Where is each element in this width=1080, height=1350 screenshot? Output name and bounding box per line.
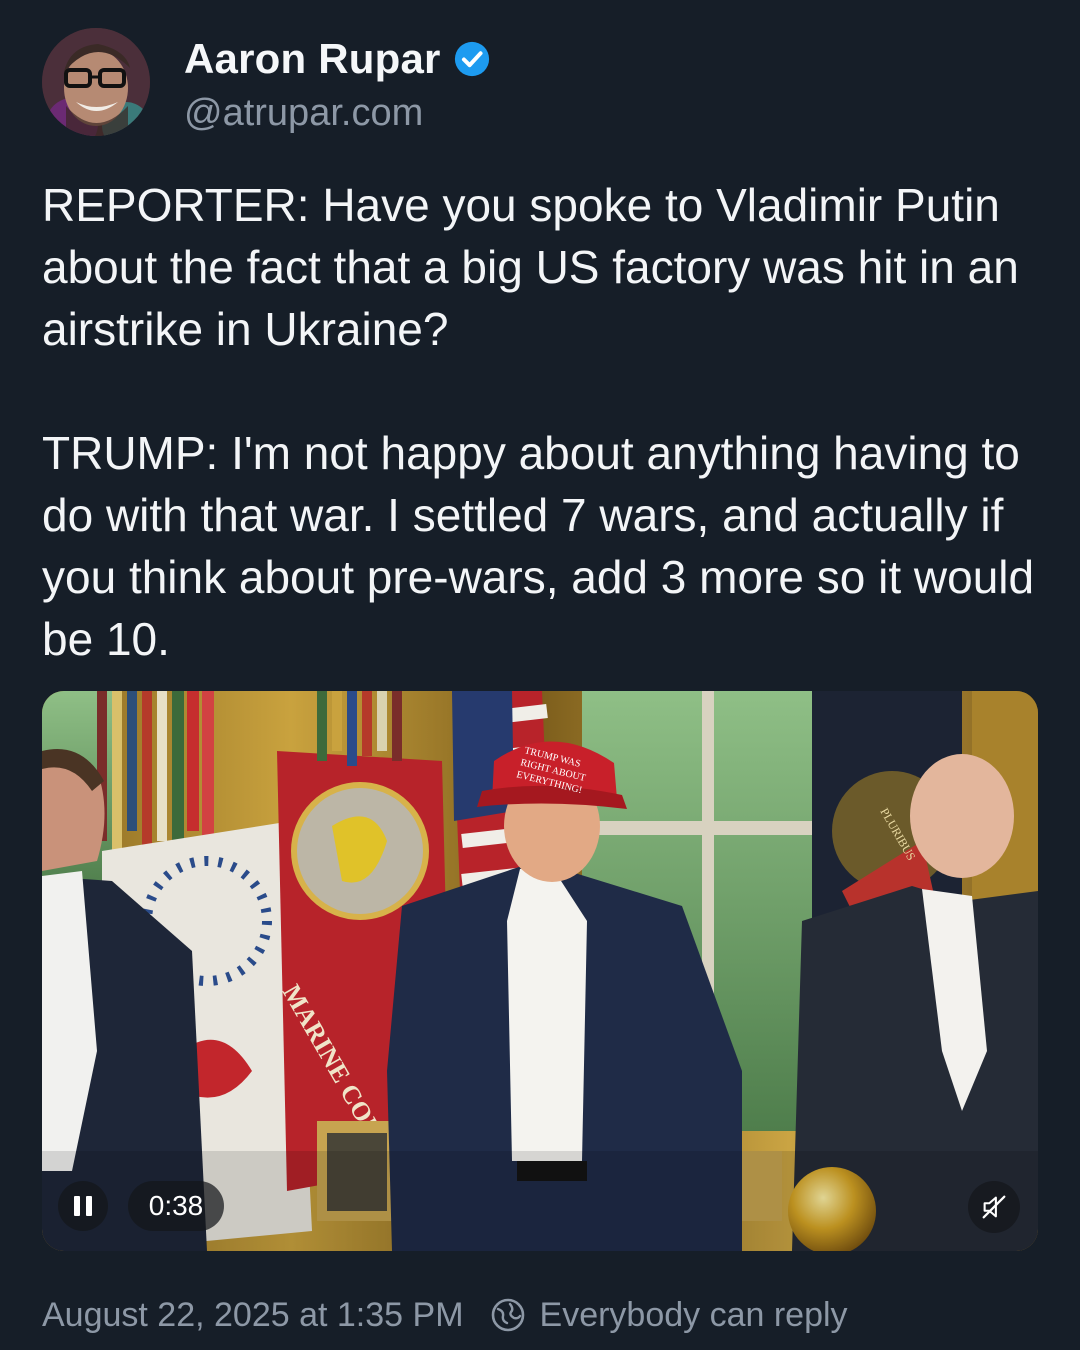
post-card: Aaron Rupar @atrupar.com REPORTER: Have … [0,0,1080,1350]
globe-reply-icon [490,1297,526,1333]
reply-setting[interactable]: Everybody can reply [540,1296,848,1335]
mute-toggle-button[interactable] [968,1181,1020,1233]
post-footer: August 22, 2025 at 1:35 PM Everybody can… [42,1290,848,1340]
author-handle[interactable]: @atrupar.com [184,92,423,135]
post-timestamp[interactable]: August 22, 2025 at 1:35 PM [42,1296,464,1335]
pause-icon [74,1196,80,1216]
avatar[interactable] [42,28,150,136]
author-name-row: Aaron Rupar [184,34,491,84]
post-paragraph-trump: TRUMP: I'm not happy about anything havi… [42,427,1035,665]
post-text: REPORTER: Have you spoke to Vladimir Put… [42,174,1042,670]
video-elapsed-time: 0:38 [128,1181,224,1231]
verified-badge-icon [453,40,491,78]
speaker-muted-icon [982,1195,1006,1219]
video-player[interactable]: MARINE CORPS TRUMP WAS RIGHT ABOUT EVERY… [42,691,1038,1251]
pause-button[interactable] [58,1181,108,1231]
post-paragraph-reporter: REPORTER: Have you spoke to Vladimir Put… [42,179,1019,355]
author-display-name[interactable]: Aaron Rupar [184,35,441,83]
video-frame: MARINE CORPS TRUMP WAS RIGHT ABOUT EVERY… [42,691,1038,1251]
